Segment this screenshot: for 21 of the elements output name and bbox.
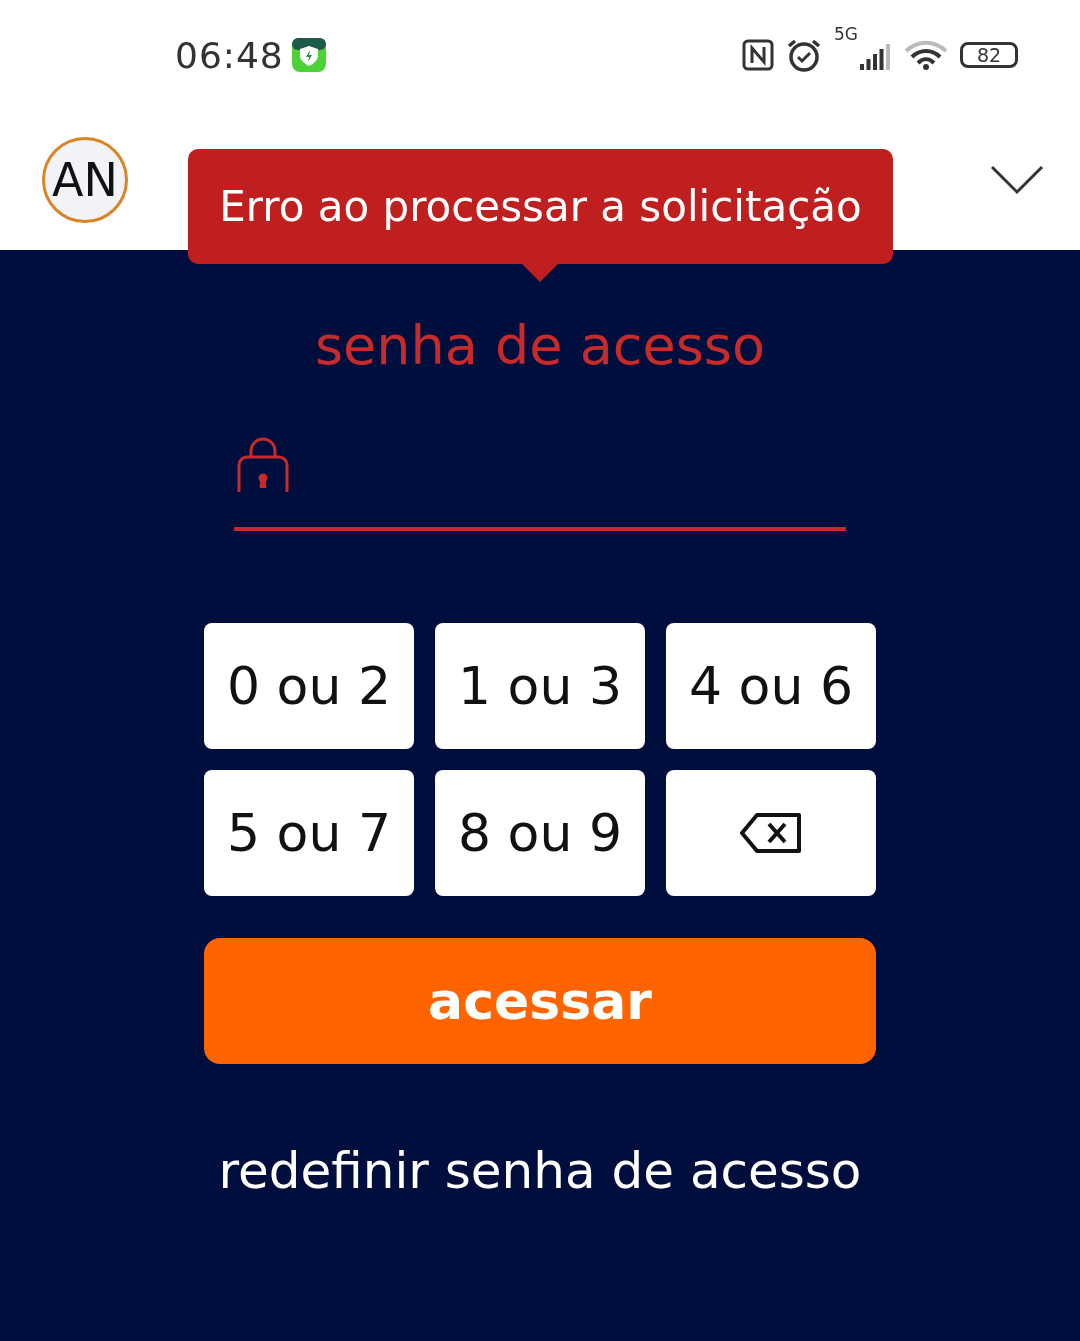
wifi-icon (904, 39, 948, 71)
nfc-icon (742, 39, 774, 71)
digit-key[interactable]: 5 ou 7 (204, 770, 414, 896)
password-field[interactable] (234, 437, 846, 531)
reset-password-link[interactable]: redefinir senha de acesso (218, 1142, 862, 1200)
backspace-icon (739, 812, 803, 854)
shield-app-icon (291, 38, 326, 72)
lock-icon (236, 437, 290, 493)
battery-level: 82 (960, 42, 1018, 68)
digit-key[interactable]: 0 ou 2 (204, 623, 414, 749)
status-time: 06:48 (175, 34, 284, 76)
backspace-key[interactable] (666, 770, 876, 896)
network-type: 5G (834, 24, 858, 44)
digit-key[interactable]: 1 ou 3 (435, 623, 645, 749)
user-avatar: AN (42, 137, 128, 223)
chevron-down-icon[interactable] (990, 165, 1044, 195)
digit-key[interactable]: 8 ou 9 (435, 770, 645, 896)
password-title: senha de acesso (314, 314, 765, 377)
error-message: Erro ao processar a solicitação (219, 182, 862, 231)
alarm-icon (786, 38, 822, 72)
digit-key[interactable]: 4 ou 6 (666, 623, 876, 749)
